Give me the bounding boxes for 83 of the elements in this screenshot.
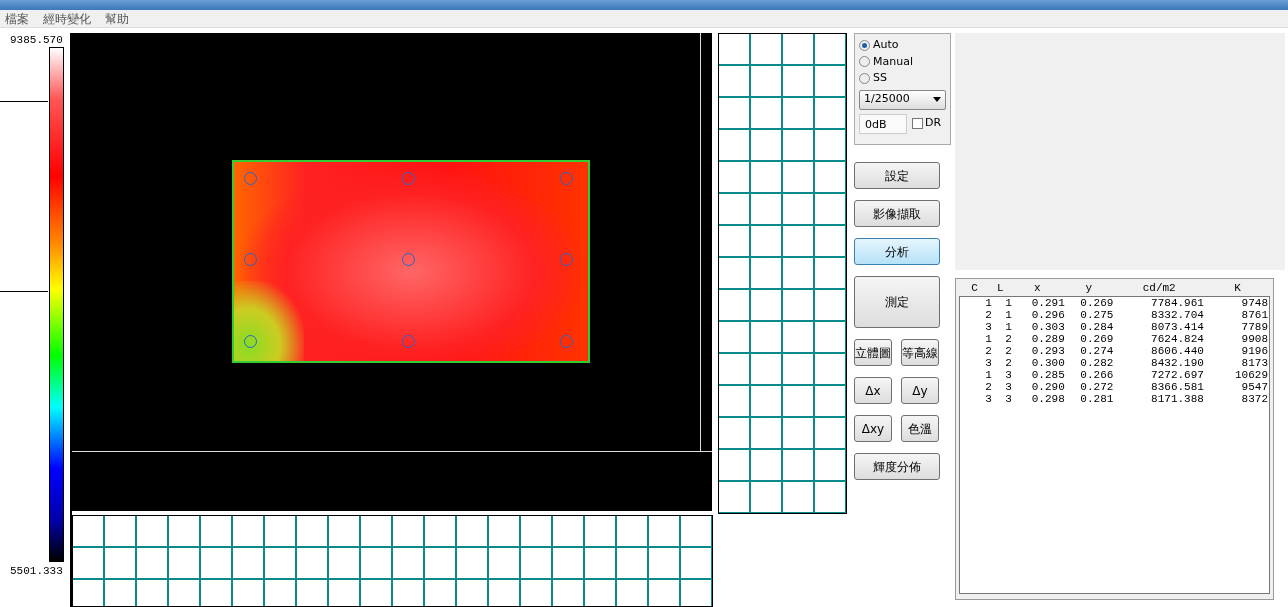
toolbar-button[interactable]: 立體圖 <box>854 339 892 366</box>
radio-option[interactable]: Manual <box>859 53 946 70</box>
table-cell: 1 <box>991 297 1012 309</box>
table-cell: 8761 <box>1203 309 1268 321</box>
toolbar-button[interactable]: 測定 <box>854 276 940 328</box>
table-cell: 9196 <box>1203 345 1268 357</box>
scale-max-label: 9385.570 <box>10 33 63 48</box>
column-header: y <box>1084 281 1094 296</box>
caret-icon <box>933 97 941 102</box>
table-cell: 0.298 <box>1011 393 1065 405</box>
table-cell: 0.296 <box>1011 309 1065 321</box>
menu-item[interactable]: 幫助 <box>105 9 129 28</box>
table-cell-text: 3 <box>984 321 992 333</box>
table-cell: 7789 <box>1203 321 1268 333</box>
column-header: K <box>1233 281 1242 296</box>
toolbar-button[interactable]: Δy <box>901 377 939 404</box>
table-cell: 3 <box>991 369 1012 381</box>
table-cell: 8432.190 <box>1113 357 1204 369</box>
toolbar-button[interactable]: Δx <box>854 377 892 404</box>
table-cell: 8332.704 <box>1113 309 1204 321</box>
table-cell: 9748 <box>1203 297 1268 309</box>
table-cell: 9908 <box>1203 333 1268 345</box>
column-header: cd/m2 <box>1141 281 1177 296</box>
table-cell: 0.291 <box>1011 297 1065 309</box>
toolbar-button[interactable]: 影像擷取 <box>854 200 940 227</box>
toolbar-button[interactable]: 設定 <box>854 162 940 189</box>
table-cell: 0.282 <box>1064 357 1114 369</box>
table-cell: 2 <box>991 345 1012 357</box>
table-cell: 8366.581 <box>1113 381 1204 393</box>
menu-item[interactable]: 檔案 <box>5 9 29 28</box>
table-cell-text: 2 <box>984 381 992 393</box>
table-cell: 3 <box>991 393 1012 405</box>
table-cell: 2 <box>991 357 1012 369</box>
table-cell: 8173 <box>1203 357 1268 369</box>
table-cell-text: 3 <box>984 357 992 369</box>
table-cell: 0.269 <box>1064 297 1114 309</box>
column-header: x <box>1032 281 1042 296</box>
table-cell-text: 10629 <box>1234 369 1268 381</box>
table-cell: 7624.824 <box>1113 333 1204 345</box>
table-cell: 0.281 <box>1064 393 1114 405</box>
scale-min-label: 5501.333 <box>10 564 63 579</box>
column-header: L <box>996 281 1005 296</box>
table-cell: 8606.440 <box>1113 345 1204 357</box>
table-cell: 9547 <box>1203 381 1268 393</box>
menu-item[interactable]: 經時變化 <box>43 9 91 28</box>
table-cell-text: 3 <box>984 393 992 405</box>
dr-checkbox[interactable]: DR <box>912 115 942 132</box>
table-cell: 8171.388 <box>1113 393 1204 405</box>
table-cell-text: 2 <box>984 345 992 357</box>
toolbar-button[interactable]: 分析 <box>854 238 940 265</box>
table-cell: 0.289 <box>1011 333 1065 345</box>
table-cell-text: 1 <box>984 369 992 381</box>
table-cell: 0.269 <box>1064 333 1114 345</box>
table-cell: 2 <box>991 333 1012 345</box>
table-cell: 0.274 <box>1064 345 1114 357</box>
table-cell: 0.272 <box>1064 381 1114 393</box>
table-cell: 0.300 <box>1011 357 1065 369</box>
table-cell: 3 <box>991 381 1012 393</box>
table-cell-text: 1 <box>984 297 992 309</box>
toolbar-button[interactable]: 輝度分佈 <box>854 453 940 480</box>
radio-option[interactable]: Auto <box>859 37 946 54</box>
table-cell: 7784.961 <box>1113 297 1204 309</box>
toolbar-button[interactable]: 等高線 <box>901 339 939 366</box>
table-cell: 8073.414 <box>1113 321 1204 333</box>
table-cell: 7272.697 <box>1113 369 1204 381</box>
table-cell: 0.285 <box>1011 369 1065 381</box>
table-cell-text: 1 <box>984 333 992 345</box>
table-cell: 0.275 <box>1064 309 1114 321</box>
table-cell-text: 2 <box>984 309 992 321</box>
table-cell: 8372 <box>1203 393 1268 405</box>
gain-field[interactable]: 0dB <box>859 113 907 134</box>
table-cell: 1 <box>991 309 1012 321</box>
table-cell: 1 <box>991 321 1012 333</box>
toolbar-button[interactable]: 色溫 <box>901 415 939 442</box>
column-header: C <box>970 281 979 296</box>
toolbar-button[interactable]: Δxy <box>854 415 892 442</box>
radio-option[interactable]: SS <box>859 70 946 87</box>
shutter-dropdown[interactable]: 1/25000 <box>859 89 946 110</box>
table-cell: 0.284 <box>1064 321 1114 333</box>
table-cell: 0.293 <box>1011 345 1065 357</box>
table-cell: 0.266 <box>1064 369 1114 381</box>
table-cell: 0.290 <box>1011 381 1065 393</box>
table-cell: 0.303 <box>1011 321 1065 333</box>
